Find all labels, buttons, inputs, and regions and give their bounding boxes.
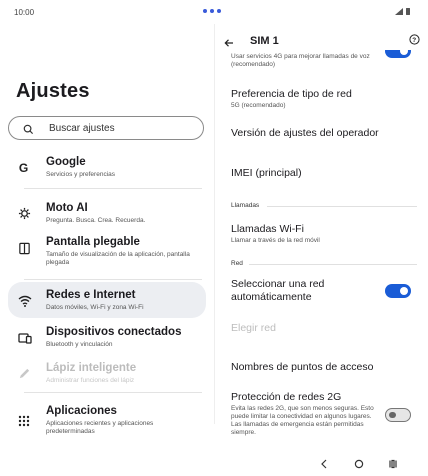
row-title: Nombres de puntos de acceso bbox=[231, 361, 374, 373]
section-line bbox=[267, 206, 417, 207]
section-header-network: Red bbox=[231, 260, 243, 267]
row-title: IMEI (principal) bbox=[231, 167, 302, 179]
settings-item-subtitle: Servicios y preferencias bbox=[46, 171, 115, 178]
search-field[interactable]: Buscar ajustes bbox=[8, 116, 204, 140]
settings-item-subtitle: Administrar funciones del lápiz bbox=[46, 377, 135, 384]
row-title: Seleccionar una red automáticamente bbox=[231, 278, 325, 303]
choose-network: Elegir red bbox=[215, 320, 428, 344]
divider bbox=[24, 188, 202, 189]
settings-item-subtitle: Aplicaciones recientes y aplicaciones pr… bbox=[46, 420, 154, 435]
settings-item-title: Google bbox=[46, 156, 86, 168]
settings-item-apps[interactable]: Aplicaciones Aplicaciones recientes y ap… bbox=[8, 400, 206, 440]
divider bbox=[24, 279, 202, 280]
detail-title: SIM 1 bbox=[250, 35, 279, 47]
section-header-calls: Llamadas bbox=[231, 202, 260, 209]
signal-icon bbox=[395, 8, 403, 15]
settings-item-subtitle: Pregunta. Busca. Crea. Recuerda. bbox=[46, 217, 146, 224]
pen-icon bbox=[18, 367, 31, 385]
settings-item-title: Redes e Internet bbox=[46, 289, 136, 301]
apps-grid-icon bbox=[18, 414, 30, 432]
settings-item-google[interactable]: G Google Servicios y preferencias bbox=[8, 150, 206, 186]
battery-icon bbox=[406, 8, 410, 15]
google-icon: G bbox=[18, 161, 31, 179]
row-title: Elegir red bbox=[231, 322, 276, 334]
status-bar: 10:00 bbox=[0, 0, 428, 24]
search-icon bbox=[23, 122, 34, 140]
settings-item-foldable-screen[interactable]: Pantalla plegable Tamaño de visualizació… bbox=[8, 232, 206, 276]
back-nav-icon[interactable] bbox=[320, 456, 328, 474]
divider bbox=[24, 392, 202, 393]
volte-row[interactable]: Usar servicios 4G para mejorar llamadas … bbox=[215, 50, 428, 72]
settings-item-title: Pantalla plegable bbox=[46, 236, 140, 248]
page-title: Ajustes bbox=[16, 80, 90, 102]
settings-item-title: Moto AI bbox=[46, 202, 88, 214]
auto-select-network-row[interactable]: Seleccionar una red automáticamente bbox=[215, 278, 428, 306]
home-nav-icon[interactable] bbox=[354, 456, 364, 474]
row-subtitle: 5G (recomendado) bbox=[231, 102, 286, 109]
system-icons bbox=[395, 8, 410, 15]
section-line bbox=[249, 264, 417, 265]
help-icon[interactable]: ? bbox=[409, 32, 420, 50]
settings-item-smart-pen: Lápiz inteligente Administrar funciones … bbox=[8, 356, 206, 392]
protect-2g-row[interactable]: Protección de redes 2G Evita las redes 2… bbox=[215, 388, 428, 444]
settings-item-subtitle: Datos móviles, Wi-Fi y zona Wi-Fi bbox=[46, 304, 144, 311]
wifi-calling[interactable]: Llamadas Wi-Fi Llamar a través de la red… bbox=[215, 220, 428, 248]
settings-list-pane: Ajustes Buscar ajustes G Google Servicio… bbox=[0, 24, 214, 476]
row-subtitle: Evita las redes 2G, que son menos segura… bbox=[231, 405, 374, 436]
recents-nav-icon[interactable] bbox=[388, 456, 398, 474]
settings-item-title: Aplicaciones bbox=[46, 405, 117, 417]
search-placeholder: Buscar ajustes bbox=[49, 123, 115, 134]
settings-item-moto-ai[interactable]: Moto AI Pregunta. Busca. Crea. Recuerda. bbox=[8, 196, 206, 232]
operator-settings-version[interactable]: Versión de ajustes del operador bbox=[215, 120, 428, 144]
multitask-dots-icon[interactable] bbox=[203, 9, 221, 13]
row-title: Protección de redes 2G bbox=[231, 391, 342, 403]
imei-primary[interactable]: IMEI (principal) bbox=[215, 160, 428, 184]
row-title: Preferencia de tipo de red bbox=[231, 88, 352, 100]
auto-select-network-toggle[interactable] bbox=[385, 284, 411, 298]
protect-2g-toggle[interactable] bbox=[385, 408, 411, 422]
access-point-names[interactable]: Nombres de puntos de acceso bbox=[215, 358, 428, 382]
row-subtitle: Llamar a través de la red móvil bbox=[231, 237, 320, 244]
navigation-bar bbox=[300, 452, 420, 472]
settings-item-title: Lápiz inteligente bbox=[46, 362, 137, 374]
status-time: 10:00 bbox=[14, 8, 35, 17]
settings-item-network-internet[interactable]: Redes e Internet Datos móviles, Wi-Fi y … bbox=[8, 282, 206, 318]
row-title: Llamadas Wi-Fi bbox=[231, 223, 304, 235]
settings-item-connected-devices[interactable]: Dispositivos conectados Bluetooth y vinc… bbox=[8, 320, 206, 356]
row-title: Versión de ajustes del operador bbox=[231, 127, 379, 139]
sim-detail-pane: SIM 1 ? Usar servicios 4G para mejorar l… bbox=[215, 24, 428, 476]
moto-ai-icon bbox=[18, 207, 31, 225]
svg-text:G: G bbox=[19, 161, 28, 174]
volte-description: Usar servicios 4G para mejorar llamadas … bbox=[231, 53, 370, 68]
volte-toggle[interactable] bbox=[385, 50, 411, 58]
wifi-icon bbox=[18, 294, 32, 312]
connected-devices-icon bbox=[18, 331, 32, 349]
settings-item-subtitle: Bluetooth y vinculación bbox=[46, 341, 113, 348]
foldable-icon bbox=[18, 242, 31, 260]
svg-text:?: ? bbox=[412, 37, 416, 44]
network-type-preference[interactable]: Preferencia de tipo de red 5G (recomenda… bbox=[215, 82, 428, 114]
settings-item-title: Dispositivos conectados bbox=[46, 326, 182, 338]
settings-item-subtitle: Tamaño de visualización de la aplicación… bbox=[46, 251, 190, 266]
